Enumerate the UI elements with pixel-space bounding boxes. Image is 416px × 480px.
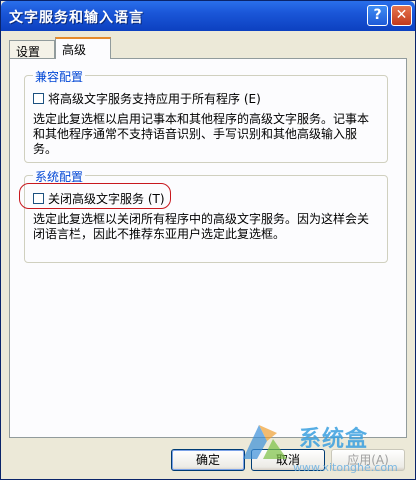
close-button[interactable]: ✕ [391,5,412,26]
help-icon: ? [373,7,382,23]
compat-group: 兼容配置 将高级文字服务支持应用于所有程序 (E) 选定此复选框以启用记事本和其… [24,68,388,163]
title-bar[interactable]: 文字服务和输入语言 ? ✕ [1,1,415,31]
highlight-annotation [19,183,171,209]
advanced-tab-panel: 兼容配置 将高级文字服务支持应用于所有程序 (E) 选定此复选框以启用记事本和其… [9,58,407,438]
compat-checkbox-label[interactable]: 将高级文字服务支持应用于所有程序 (E) [48,90,261,107]
help-button[interactable]: ? [367,5,388,26]
compat-description: 选定此复选框以启用记事本和其他程序的高级文字服务。记事本和其他程序通常不支持语音… [33,112,370,156]
dialog-window: 文字服务和输入语言 ? ✕ 设置 高级 兼容配置 将高级文字服务支持应用于所有程… [0,0,416,480]
tab-advanced[interactable]: 高级 [55,37,111,59]
compat-group-title: 兼容配置 [33,68,86,85]
watermark-logo-icon [243,425,287,459]
watermark-title: 系统盒 [299,427,369,452]
tab-settings[interactable]: 设置 [9,40,55,59]
system-description: 选定此复选框以关闭所有程序中的高级文字服务。因为这样会关闭语言栏，因此不推荐东亚… [33,212,370,241]
compat-checkbox[interactable] [33,92,44,104]
close-icon: ✕ [395,7,408,23]
watermark-url: www.xitonghe.com [293,461,398,474]
compat-checkbox-row[interactable]: 将高级文字服务支持应用于所有程序 (E) [33,90,261,106]
window-title: 文字服务和输入语言 [9,10,144,26]
